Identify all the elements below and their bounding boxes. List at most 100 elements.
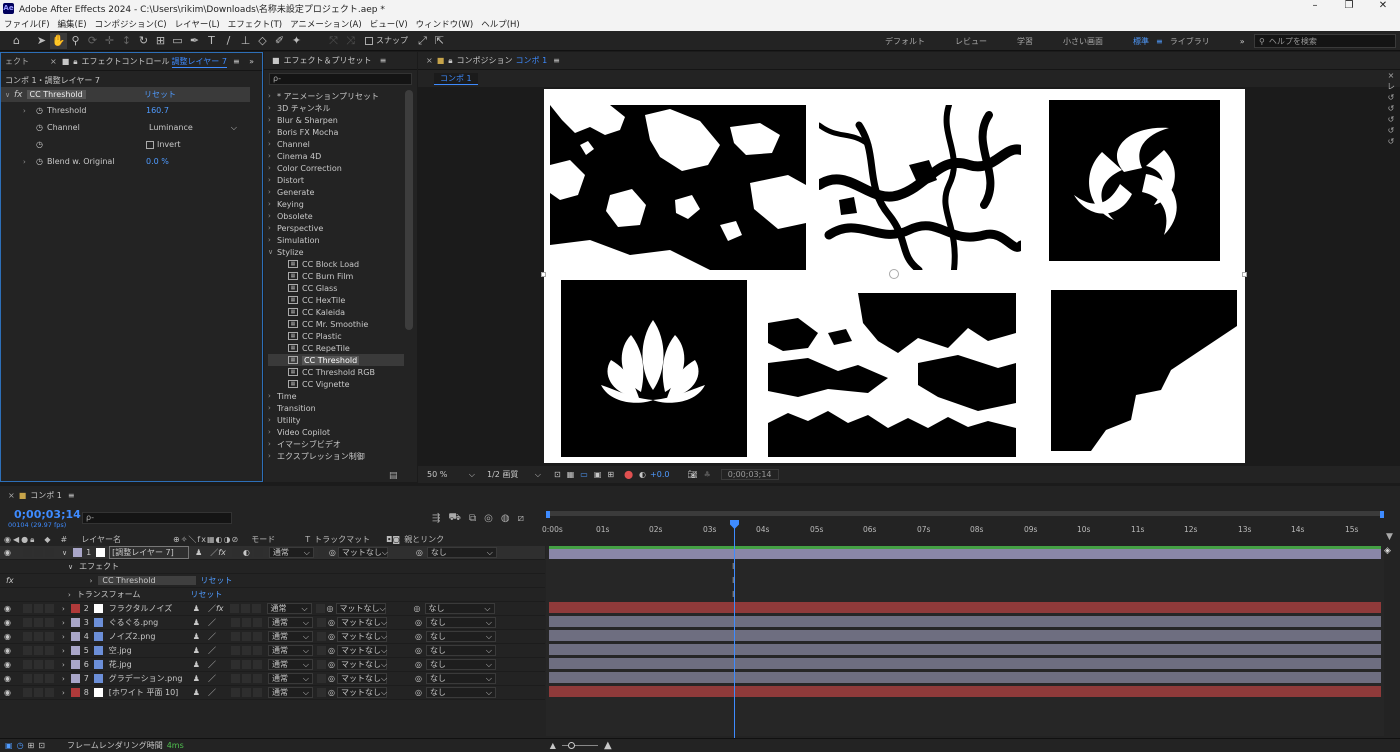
frame-blend-switch[interactable] — [230, 632, 240, 641]
effect-category[interactable]: › Perspective — [268, 222, 404, 234]
effect-item[interactable]: ▦ CC Block Load — [268, 258, 404, 270]
panel-lock-icon[interactable]: 🔒︎ — [448, 56, 452, 66]
stopwatch-icon[interactable]: ◷ — [36, 140, 43, 149]
layer-mode-select[interactable]: 通常 ⌵ — [267, 659, 313, 670]
effect-item[interactable]: ▦ CC HexTile — [268, 294, 404, 306]
param-caret-icon[interactable]: › — [23, 107, 32, 115]
transform-reset-link[interactable]: リセット — [190, 589, 222, 600]
layer-7-bar[interactable] — [549, 672, 1381, 683]
parent-select[interactable]: なし ⌵ — [424, 603, 495, 614]
effects-scrollbar[interactable] — [405, 90, 413, 330]
side-close-icon[interactable]: × — [1382, 70, 1400, 81]
brush-tool-icon[interactable]: / — [220, 33, 237, 49]
layer-name[interactable]: 空.jpg — [107, 645, 187, 656]
shy-switch-icon[interactable]: ♟ — [193, 674, 200, 683]
lock-switch[interactable] — [44, 646, 54, 655]
close-button[interactable]: ✕ — [1366, 0, 1400, 16]
effect-item[interactable]: ▦ CC Plastic — [268, 330, 404, 342]
side-undo-icon[interactable]: ↺ — [1382, 92, 1400, 103]
rectangle-tool-icon[interactable]: ▭ — [169, 33, 186, 49]
motion-blur-switch[interactable] — [241, 660, 251, 669]
effect-item-selected[interactable]: ▦ CC Threshold — [268, 354, 404, 366]
keyframe-icon[interactable]: I — [732, 562, 734, 571]
layer-expand-caret-icon[interactable]: › — [62, 661, 65, 669]
shy-switch-icon[interactable]: ♟ — [193, 632, 200, 641]
eraser-tool-icon[interactable]: ◇ — [254, 33, 271, 49]
panel-lock2-icon[interactable]: 🔒︎ — [73, 57, 77, 67]
layer-name[interactable]: 花.jpg — [107, 659, 187, 670]
quality-switch-icon[interactable]: ／ — [208, 645, 216, 656]
menu-composition[interactable]: コンポジション(C) — [95, 18, 167, 30]
workspace-small-screen[interactable]: 小さい画面 — [1063, 36, 1103, 47]
effects-group-caret-icon[interactable]: ∨ — [68, 563, 73, 571]
side-undo-icon[interactable]: ↺ — [1382, 103, 1400, 114]
workspace-learn[interactable]: 学習 — [1017, 36, 1033, 47]
shy-switch-icon[interactable]: ♟ — [193, 688, 200, 697]
work-area-start-handle[interactable] — [546, 511, 550, 518]
lock-switch[interactable] — [44, 660, 54, 669]
close-tab-icon[interactable]: × — [50, 57, 57, 66]
matte-pickwhip-icon[interactable]: ◎ — [328, 660, 335, 669]
effects-search-input[interactable]: ρ- — [269, 73, 412, 85]
layer-expand-caret-icon[interactable]: › — [62, 619, 65, 627]
lock-toggle-icon[interactable]: 🔒︎ — [30, 535, 34, 545]
clone-stamp-icon[interactable]: ⊥ — [237, 33, 254, 49]
solo-switch[interactable] — [33, 632, 43, 641]
side-undo-icon[interactable]: ↺ — [1382, 114, 1400, 125]
motion-blur-switch[interactable] — [241, 632, 251, 641]
layer-8-bar[interactable] — [549, 686, 1381, 697]
effect-category[interactable]: › Keying — [268, 198, 404, 210]
layer-name[interactable]: ぐるぐる.png — [107, 617, 187, 628]
pan-tool-icon[interactable]: ✛ — [101, 33, 118, 49]
zoom-slider-thumb[interactable] — [567, 742, 575, 749]
track-matte-select[interactable]: マットなし ⌵ — [336, 617, 387, 628]
effect-item[interactable]: ▦ CC Burn Film — [268, 270, 404, 282]
track-matte-select[interactable]: マットなし ⌵ — [335, 603, 386, 614]
layer-row-6[interactable]: ◉ › 6 花.jpg ♟ ／通常 ⌵ ◎ マットなし ⌵ ◎ なし ⌵ — [0, 658, 545, 672]
layer-expand-caret-icon[interactable]: › — [62, 605, 65, 613]
show-snapshot-icon[interactable]: ♣ — [704, 470, 711, 479]
comp-flow-icon[interactable]: ⇶ — [432, 513, 440, 524]
layer-name[interactable]: グラデーション.png — [107, 673, 187, 684]
shy-switch-icon[interactable]: ♟ — [195, 548, 202, 557]
layer-label-color[interactable] — [70, 688, 80, 697]
panel-lock-icon[interactable]: ■ — [272, 56, 280, 65]
snap-toggle[interactable]: スナップ — [365, 35, 408, 46]
param-blend-value[interactable]: 0.0 % — [146, 157, 169, 166]
audio-switch[interactable] — [22, 548, 32, 557]
track-matte-select[interactable]: マットなし ⌵ — [336, 645, 387, 656]
effect-category[interactable]: › Transition — [268, 402, 404, 414]
effect-category[interactable]: › Generate — [268, 186, 404, 198]
audio-switch[interactable] — [22, 618, 32, 627]
axis-local-icon[interactable]: ⤧ — [325, 33, 342, 49]
time-ruler[interactable]: 0:00s 01s 02s 03s 04s 05s 06s 07s 08s 09… — [542, 508, 1384, 536]
transform-handle[interactable] — [541, 272, 546, 277]
preserve-transparency-switch[interactable] — [316, 688, 326, 697]
shy-switch-icon[interactable]: ♟ — [193, 618, 200, 627]
3d-switch[interactable] — [252, 632, 262, 641]
parent-pickwhip-icon[interactable]: ◎ — [415, 660, 422, 669]
switches-header-icon[interactable]: ⊕✧＼fx▦◐◑⊘ — [173, 534, 239, 545]
audio-switch[interactable] — [22, 632, 32, 641]
parent-pickwhip-icon[interactable]: ◎ — [415, 632, 422, 641]
preserve-transparency-switch[interactable] — [316, 674, 326, 683]
layer-row-5[interactable]: ◉ › 5 空.jpg ♟ ／通常 ⌵ ◎ マットなし ⌵ ◎ なし ⌵ — [0, 644, 545, 658]
shy-switch-icon[interactable]: ♟ — [193, 604, 200, 613]
effect-cc-threshold-row[interactable]: fx › CC Threshold リセット — [0, 574, 545, 588]
solo-switch[interactable] — [33, 688, 43, 697]
layer-6-bar[interactable] — [549, 658, 1381, 669]
3d-switch[interactable] — [252, 646, 262, 655]
keyframe-icon[interactable]: I — [732, 590, 734, 599]
lock-switch[interactable] — [44, 632, 54, 641]
matte-pickwhip-icon[interactable]: ◎ — [328, 688, 335, 697]
motion-blur-switch[interactable]: ◐ — [242, 548, 252, 557]
frame-blend-switch[interactable] — [230, 646, 240, 655]
color-channel-icon[interactable]: ⬤ — [624, 470, 633, 479]
transform-handle[interactable] — [1242, 272, 1247, 277]
invert-checkbox-group[interactable]: Invert — [146, 140, 181, 149]
preserve-transparency-switch[interactable] — [316, 618, 326, 627]
effect-category[interactable]: › Simulation — [268, 234, 404, 246]
timeline-tab[interactable]: コンポ 1 — [30, 490, 62, 501]
effect-controls-layer[interactable]: 調整レイヤー 7 — [171, 56, 227, 68]
comp-flowchart-tab[interactable]: コンポ 1 — [434, 73, 478, 85]
